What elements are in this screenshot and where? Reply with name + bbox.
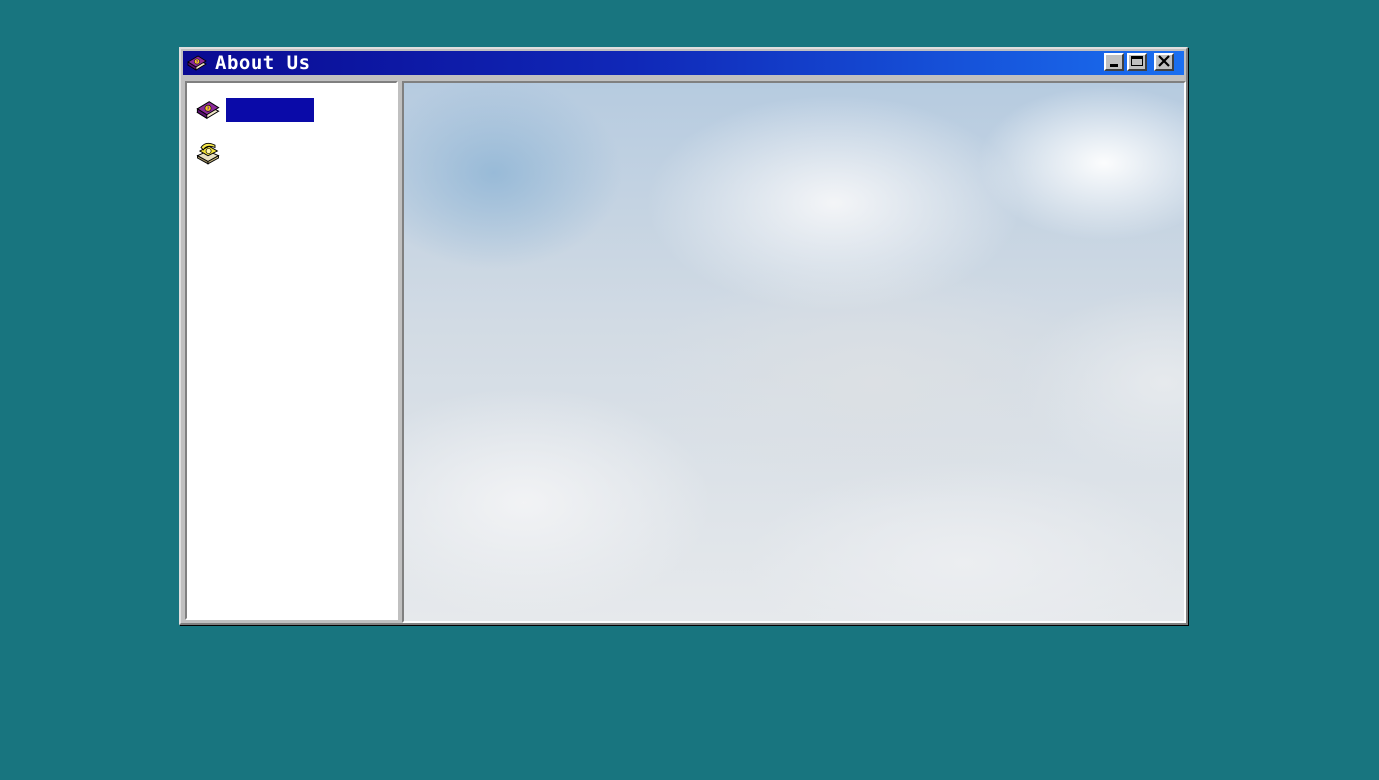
telephone-icon [194,137,222,165]
close-icon [1158,55,1170,67]
about-us-window: ? About Us ? [179,47,1188,625]
window-controls [1104,53,1174,71]
svg-text:?: ? [206,106,209,112]
book-icon: ? [185,52,209,74]
minimize-button[interactable] [1104,53,1124,71]
minimize-icon [1110,64,1118,67]
book-icon: ? [194,96,222,124]
close-button[interactable] [1154,53,1174,71]
sidebar-list: ? [185,81,398,620]
sidebar-item-label [226,98,314,122]
svg-text:?: ? [196,59,199,65]
sidebar-item-contact[interactable] [194,136,230,166]
desktop: { "window": { "title": "About Us", "titl… [0,0,1379,780]
maximize-icon [1131,56,1143,66]
cloud-sky-image [404,83,1184,621]
sidebar-item-about[interactable]: ? [194,95,314,125]
window-title: About Us [215,52,311,74]
maximize-button[interactable] [1127,53,1147,71]
title-bar[interactable]: ? About Us [183,51,1184,75]
sidebar-item-label [226,139,230,163]
content-pane [402,81,1186,623]
